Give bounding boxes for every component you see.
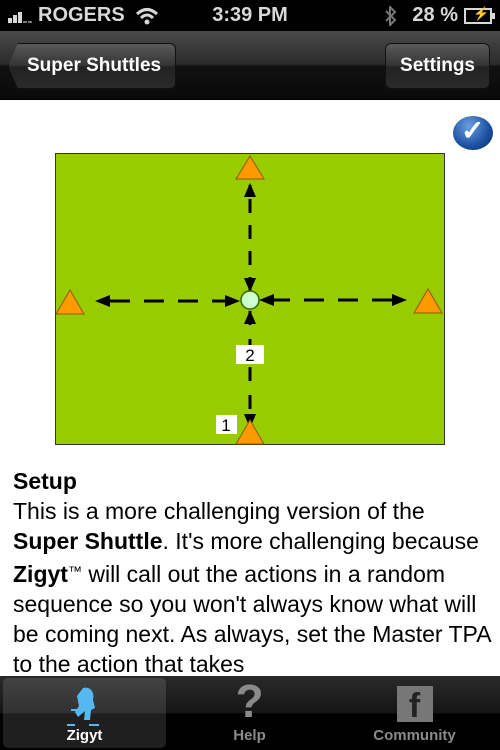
section-heading: Setup (13, 468, 77, 494)
status-right: 28 % ⚡ (384, 4, 495, 27)
description: Setup This is a more challenging version… (13, 466, 493, 679)
tab-label: Community (373, 727, 456, 744)
tab-help[interactable]: ? Help (168, 678, 331, 748)
trademark: ™ (67, 563, 82, 579)
center-marker (240, 290, 260, 310)
tab-community[interactable]: f Community (333, 678, 496, 748)
tab-label: Help (233, 727, 266, 744)
text-part: will call out the actions in a random se… (13, 561, 491, 677)
text-part: . It's more challenging because (162, 528, 479, 554)
bold-zigyt: Zigyt (13, 561, 68, 587)
completed-checkmark-button[interactable]: ✓ (453, 115, 493, 150)
description-text: This is a more challenging version of th… (13, 496, 493, 679)
tab-label: Zigyt (66, 727, 103, 744)
bluetooth-icon (385, 5, 397, 26)
text-part: This is a more challenging version of th… (13, 498, 425, 524)
question-mark-icon: ? (235, 675, 264, 727)
battery-charging-icon: ⚡ (464, 6, 495, 24)
status-bar: ROGERS 3:39 PM 28 % ⚡ (0, 0, 500, 31)
checkmark-icon: ✓ (461, 115, 485, 146)
label-2: 2 (245, 346, 254, 365)
label-1: 1 (221, 416, 230, 435)
drill-diagram: 2 1 (55, 153, 445, 445)
settings-button[interactable]: Settings (385, 43, 490, 89)
tab-bar: Zigyt ? Help f Community (0, 676, 500, 750)
tab-zigyt[interactable]: Zigyt (3, 678, 166, 748)
back-button[interactable]: Super Shuttles (8, 43, 177, 89)
facebook-icon: f (396, 686, 433, 725)
runner-icon (66, 687, 99, 726)
navigation-bar: Super Shuttles Settings (0, 31, 500, 100)
bold-super-shuttle: Super Shuttle (13, 528, 163, 554)
battery-percent: 28 % (412, 4, 458, 26)
